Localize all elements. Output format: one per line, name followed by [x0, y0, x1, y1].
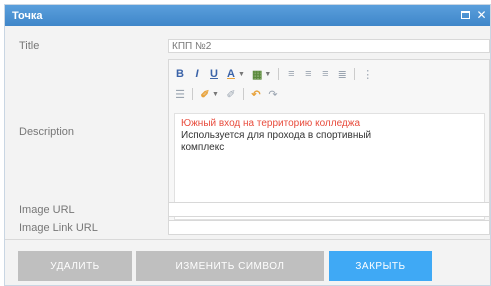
- rich-text-editor: B I U A ▼ ▦ ▼ ≡ ≡ ≡ ≣ ⋮ ☰ ✐ ▼ ✐ ↶ ↷ Южны…: [168, 59, 490, 225]
- title-label: Title: [19, 40, 40, 52]
- title-field[interactable]: КПП №2: [168, 39, 490, 53]
- dialog-titlebar[interactable]: Точка ✕: [5, 5, 490, 26]
- highlight-color-icon[interactable]: ▦: [252, 68, 262, 81]
- align-center-icon[interactable]: ≡: [303, 68, 313, 80]
- image-link-url-label: Image Link URL: [19, 222, 98, 234]
- description-line: комплекс: [181, 142, 225, 153]
- align-left-icon[interactable]: ≡: [286, 68, 296, 80]
- chevron-down-icon[interactable]: ▼: [264, 71, 271, 78]
- toolbar-divider: [242, 88, 244, 100]
- description-line: Используется для прохода в спортивный: [181, 130, 372, 141]
- close-icon[interactable]: ✕: [475, 9, 488, 22]
- dialog-window: Точка ✕ Title КПП №2 Description B I U A…: [4, 4, 491, 286]
- maximize-icon[interactable]: [459, 9, 472, 22]
- chevron-down-icon[interactable]: ▼: [238, 71, 245, 78]
- font-color-button[interactable]: A: [226, 68, 236, 80]
- dialog-title: Точка: [12, 9, 43, 22]
- description-line: Южный вход на территорию колледжа: [181, 118, 361, 129]
- delete-button[interactable]: УДАЛИТЬ: [18, 251, 132, 281]
- italic-button[interactable]: I: [192, 68, 202, 80]
- align-justify-icon[interactable]: ≣: [337, 68, 347, 81]
- bullet-list-icon[interactable]: ⋮: [362, 68, 373, 81]
- align-right-icon[interactable]: ≡: [320, 68, 330, 80]
- description-label: Description: [19, 126, 75, 138]
- redo-icon[interactable]: ↷: [268, 88, 278, 101]
- image-url-field[interactable]: [168, 202, 490, 217]
- image-link-url-field[interactable]: [168, 220, 490, 235]
- bold-button[interactable]: B: [175, 68, 185, 80]
- unlink-icon[interactable]: ✐: [226, 88, 236, 101]
- toolbar-divider: [354, 68, 356, 80]
- editor-toolbar: B I U A ▼ ▦ ▼ ≡ ≡ ≡ ≣ ⋮ ☰ ✐ ▼ ✐ ↶ ↷: [169, 60, 489, 108]
- dialog-footer: УДАЛИТЬ ИЗМЕНИТЬ СИМВОЛ ЗАКРЫТЬ: [5, 239, 490, 285]
- chevron-down-icon[interactable]: ▼: [212, 91, 219, 98]
- toolbar-divider: [278, 68, 280, 80]
- image-url-label: Image URL: [19, 204, 75, 216]
- insert-link-icon[interactable]: ✐: [200, 88, 210, 101]
- undo-icon[interactable]: ↶: [251, 88, 261, 101]
- toolbar-divider: [192, 88, 193, 100]
- underline-button[interactable]: U: [209, 68, 219, 80]
- change-symbol-button[interactable]: ИЗМЕНИТЬ СИМВОЛ: [136, 251, 324, 281]
- close-button[interactable]: ЗАКРЫТЬ: [329, 251, 432, 281]
- numbered-list-icon[interactable]: ☰: [175, 88, 185, 101]
